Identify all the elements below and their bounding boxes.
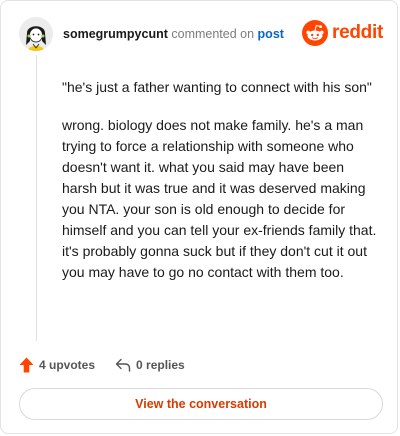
reply-arrow-icon	[115, 358, 131, 372]
reddit-logo[interactable]: reddit	[302, 19, 383, 47]
reddit-wordmark: reddit	[332, 22, 383, 43]
comment-footer: 4 upvotes 0 replies	[19, 355, 205, 375]
view-conversation-button[interactable]: View the conversation	[19, 388, 383, 420]
user-avatar[interactable]	[19, 17, 53, 51]
upvote-arrow-icon	[19, 357, 34, 373]
replies-label: 0 replies	[136, 358, 185, 372]
comment-byline: somegrumpycunt commented on post	[63, 27, 284, 41]
comment-header: somegrumpycunt commented on post reddit	[19, 15, 383, 55]
upvotes-label: 4 upvotes	[39, 358, 96, 372]
comment-paragraph: wrong. biology does not make family. he'…	[62, 117, 377, 280]
username-link[interactable]: somegrumpycunt	[63, 27, 168, 41]
comment-card: somegrumpycunt commented on post reddit …	[0, 0, 398, 434]
upvotes-stat[interactable]: 4 upvotes	[19, 357, 95, 373]
reddit-alien-icon	[302, 20, 329, 46]
thread-line	[36, 55, 37, 341]
post-link[interactable]: post	[258, 27, 284, 41]
replies-stat[interactable]: 0 replies	[115, 358, 185, 372]
byline-action-text: commented on	[171, 27, 255, 41]
comment-body: "he's just a father wanting to connect w…	[62, 77, 382, 300]
comment-paragraph: "he's just a father wanting to connect w…	[62, 79, 372, 95]
avatar-illustration	[19, 17, 53, 51]
